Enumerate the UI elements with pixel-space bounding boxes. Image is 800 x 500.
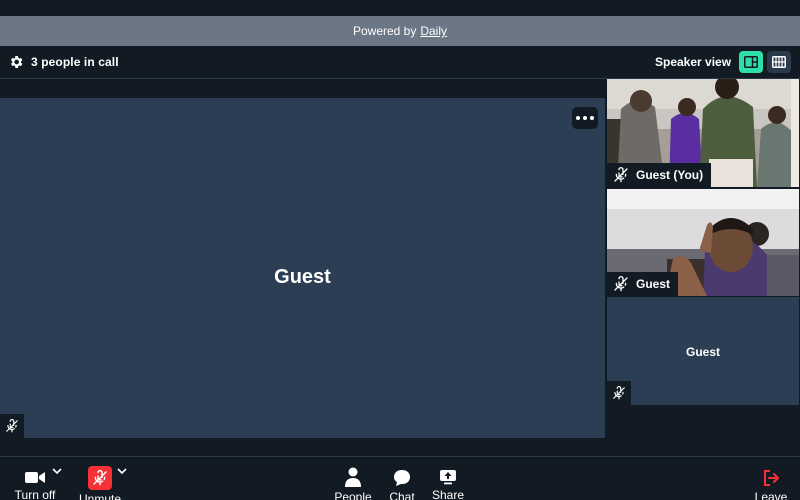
chat-label: Chat xyxy=(389,490,415,500)
chat-icon xyxy=(394,470,410,486)
side-video-tile-3: Guest xyxy=(607,297,799,405)
powered-by-text: Powered by xyxy=(352,24,417,38)
chevron-down-icon[interactable] xyxy=(117,467,127,475)
mic-muted-icon xyxy=(614,276,628,292)
leave-button[interactable]: Leave xyxy=(752,469,790,500)
tile-label-1: Guest (You) xyxy=(607,163,712,187)
chat-button[interactable]: Chat xyxy=(384,469,420,500)
top-strip xyxy=(0,0,800,16)
more-options-button[interactable] xyxy=(572,107,598,129)
mic-muted-icon xyxy=(613,386,625,400)
leave-icon xyxy=(764,470,779,486)
mic-label: Unmute xyxy=(78,492,122,500)
powered-by-banner: Powered by Daily xyxy=(0,16,800,46)
speaker-view-button[interactable] xyxy=(739,51,763,73)
people-label: People xyxy=(334,490,372,500)
main-participant-name: Guest xyxy=(274,266,331,288)
leave-label: Leave xyxy=(754,490,788,500)
share-button[interactable]: Share xyxy=(428,469,468,500)
call-tray: Turn off Unmute People Chat Share Leave xyxy=(0,456,800,500)
gear-icon[interactable] xyxy=(8,54,24,70)
camera-label: Turn off xyxy=(14,488,56,500)
speaker-view-label: Speaker view xyxy=(655,55,732,69)
participant-name-3: Guest xyxy=(685,345,720,359)
mic-muted-button-bg xyxy=(88,466,112,490)
grid-view-button[interactable] xyxy=(767,51,791,73)
speaker-view-icon xyxy=(744,56,758,68)
side-video-tile-2: Guest xyxy=(607,189,799,296)
camera-icon xyxy=(25,472,45,483)
participant-name-1: Guest (You) xyxy=(636,168,704,182)
more-icon xyxy=(576,116,580,120)
grid-view-icon xyxy=(772,56,786,68)
main-mute-badge xyxy=(0,414,24,438)
share-label: Share xyxy=(431,488,465,500)
daily-link[interactable]: Daily xyxy=(420,24,447,38)
mic-muted-icon xyxy=(614,167,628,183)
mic-muted-icon xyxy=(6,419,18,433)
chevron-down-icon[interactable] xyxy=(52,467,62,475)
person-icon xyxy=(345,467,361,487)
people-button[interactable]: People xyxy=(330,467,376,500)
tile3-mute-badge xyxy=(607,381,631,405)
participant-count: 3 people in call xyxy=(31,55,119,69)
mic-muted-icon xyxy=(93,470,107,486)
call-header: 3 people in call Speaker view xyxy=(0,46,800,79)
share-icon xyxy=(440,470,456,485)
main-video-tile: Guest xyxy=(0,98,605,438)
side-video-tile-1: Guest (You) xyxy=(607,79,799,187)
participant-name-2: Guest xyxy=(636,277,671,291)
tile-label-2: Guest xyxy=(607,272,679,296)
